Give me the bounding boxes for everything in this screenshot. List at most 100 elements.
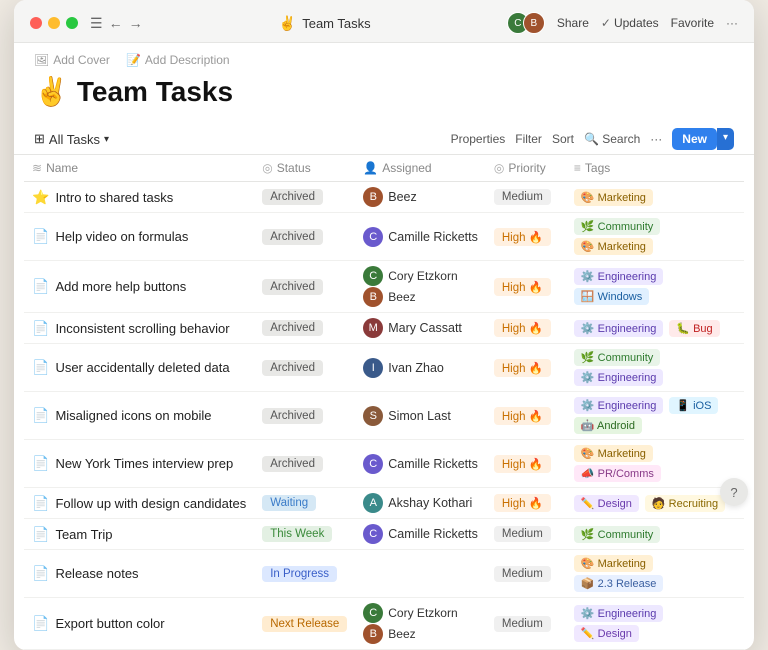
tag: ⚙️ Engineering [574, 268, 663, 285]
tag: 🎨 Marketing [574, 445, 653, 462]
fullscreen-button[interactable] [66, 17, 78, 29]
table-row[interactable]: 📄 Team Trip This Week C Camille Ricketts… [24, 519, 744, 550]
view-selector[interactable]: ⊞ All Tasks ▾ [34, 131, 109, 147]
assignee-name: Mary Cassatt [388, 321, 462, 335]
list-icon[interactable]: ☰ [90, 15, 103, 32]
toolbar-right: Properties Filter Sort 🔍 Search ··· New … [451, 128, 734, 150]
window: ☰ ← → ✌️ Team Tasks C B Share ✓ Updates … [14, 0, 754, 650]
table-row[interactable]: 📄 New York Times interview prep Archived… [24, 440, 744, 488]
assigned-cell: C Camille Ricketts [363, 524, 478, 544]
table-row[interactable]: 📄 Add more help buttons Archived C Cory … [24, 261, 744, 313]
table-icon: ⊞ [34, 131, 45, 147]
task-icon: 📄 [32, 359, 49, 376]
tags-cell: ⚙️ Engineering🐛 Bug [574, 320, 736, 337]
more-options-button[interactable]: ··· [726, 16, 738, 30]
table-container: ≋Name ◎Status 👤Assigned ◎Priority ≡Tags [14, 155, 754, 650]
tag: 🤖 Android [574, 417, 642, 434]
forward-button[interactable]: → [129, 15, 143, 32]
sort-button[interactable]: Sort [552, 132, 574, 146]
tag: ⚙️ Engineering [574, 369, 663, 386]
updates-button[interactable]: ✓ Updates [601, 16, 659, 30]
priority-badge: High 🔥 [494, 494, 551, 512]
col-header-name: ≋Name [24, 155, 254, 182]
status-badge: Archived [262, 189, 323, 205]
page-title: ✌️ Team Tasks [34, 75, 734, 108]
table-row[interactable]: 📄 User accidentally deleted data Archive… [24, 344, 744, 392]
status-badge: Archived [262, 360, 323, 376]
back-button[interactable]: ← [109, 15, 123, 32]
table-row[interactable]: 📄 Follow up with design candidates Waiti… [24, 488, 744, 519]
new-button-group: New ▾ [672, 128, 734, 150]
assignee-name: Camille Ricketts [388, 527, 478, 541]
tags-cell: 🎨 Marketing📣 PR/Comms [574, 445, 736, 482]
window-title: Team Tasks [302, 16, 370, 31]
priority-badge: Medium [494, 616, 551, 632]
tag: 🎨 Marketing [574, 238, 653, 255]
tags-cell: 🎨 Marketing 📦 2.3 Release [574, 555, 736, 592]
task-icon: 📄 [32, 320, 49, 337]
tag: 🐛 Bug [669, 320, 719, 337]
properties-button[interactable]: Properties [451, 132, 506, 146]
avatar: B [363, 624, 383, 644]
avatar: I [363, 358, 383, 378]
table-row[interactable]: ⭐ Intro to shared tasks Archived B Beez … [24, 182, 744, 213]
window-title-area: ✌️ Team Tasks [151, 15, 499, 32]
titlebar-actions: C B Share ✓ Updates Favorite ··· [507, 12, 738, 34]
task-icon: 📄 [32, 455, 49, 472]
priority-badge: Medium [494, 526, 551, 542]
assigned-cell: C Camille Ricketts [363, 227, 478, 247]
search-button[interactable]: 🔍 Search [584, 132, 640, 146]
assignee-name: Camille Ricketts [388, 230, 478, 244]
task-title: Help video on formulas [55, 229, 188, 244]
priority-badge: High 🔥 [494, 319, 551, 337]
table-row[interactable]: 📄 Export button color Next Release C Cor… [24, 598, 744, 650]
task-name: 📄 Follow up with design candidates [32, 495, 246, 512]
task-title: Inconsistent scrolling behavior [55, 321, 229, 336]
filter-button[interactable]: Filter [515, 132, 542, 146]
avatar: B [363, 187, 383, 207]
table-row[interactable]: 📄 Misaligned icons on mobile Archived S … [24, 392, 744, 440]
task-title: Add more help buttons [55, 279, 186, 294]
tag: 🌿 Community [574, 218, 660, 235]
minimize-button[interactable] [48, 17, 60, 29]
task-name: ⭐ Intro to shared tasks [32, 189, 246, 206]
priority-badge: High 🔥 [494, 228, 551, 246]
assignee-name: Cory Etzkorn [388, 606, 457, 620]
tags-cell: ✏️ Design🧑 Recruiting [574, 495, 736, 512]
assignee-name: Beez [388, 627, 415, 641]
tags-cell: 🎨 Marketing [574, 189, 736, 206]
assignee-name: Camille Ricketts [388, 457, 478, 471]
add-cover-button[interactable]: 🖼 Add Cover [34, 53, 110, 67]
status-badge: Archived [262, 229, 323, 245]
help-button[interactable]: ? [720, 478, 748, 506]
tag: 🎨 Marketing [574, 555, 653, 572]
favorite-button[interactable]: Favorite [671, 16, 714, 30]
assignee-name: Simon Last [388, 409, 451, 423]
new-button-caret[interactable]: ▾ [717, 128, 734, 150]
add-description-button[interactable]: 📝 Add Description [126, 53, 230, 67]
share-button[interactable]: Share [557, 16, 589, 30]
task-name: 📄 Add more help buttons [32, 278, 246, 295]
status-badge: Archived [262, 456, 323, 472]
table-row[interactable]: 📄 Release notes In ProgressMedium🎨 Marke… [24, 550, 744, 598]
assignee-name: Akshay Kothari [388, 496, 472, 510]
status-badge: Archived [262, 279, 323, 295]
tag: 📦 2.3 Release [574, 575, 663, 592]
tag: 🎨 Marketing [574, 189, 653, 206]
text-icon: 📝 [126, 53, 141, 67]
table-row[interactable]: 📄 Inconsistent scrolling behavior Archiv… [24, 313, 744, 344]
task-icon: 📄 [32, 278, 49, 295]
more-button[interactable]: ··· [650, 132, 662, 146]
col-header-assigned: 👤Assigned [355, 155, 486, 182]
new-button[interactable]: New [672, 128, 717, 150]
table-row[interactable]: 📄 Help video on formulas Archived C Cami… [24, 213, 744, 261]
status-badge: Waiting [262, 495, 316, 511]
tags-cell: ⚙️ Engineering📱 iOS🤖 Android [574, 397, 736, 434]
close-button[interactable] [30, 17, 42, 29]
toolbar: ⊞ All Tasks ▾ Properties Filter Sort 🔍 S… [14, 124, 754, 155]
chevron-down-icon: ▾ [104, 134, 109, 145]
assigned-cell: C Camille Ricketts [363, 454, 478, 474]
tags-cell: ⚙️ Engineering🪟 Windows [574, 268, 736, 305]
avatar: C [363, 454, 383, 474]
title-emoji: ✌️ [279, 15, 296, 32]
